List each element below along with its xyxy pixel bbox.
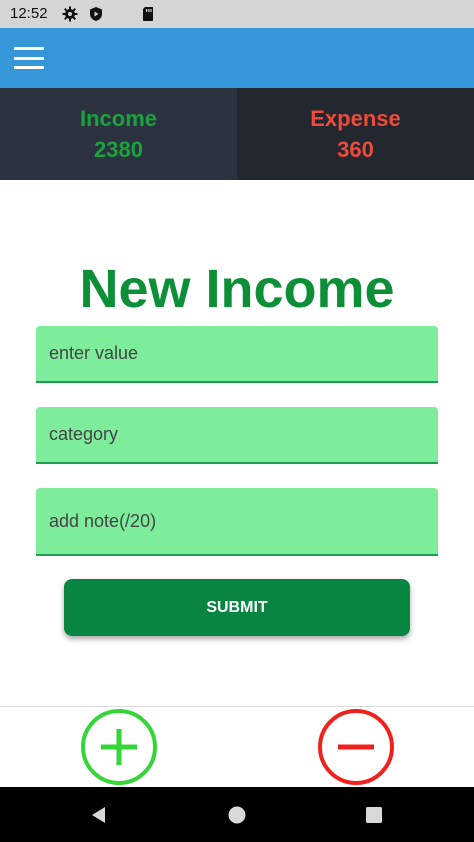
menu-line (14, 56, 44, 60)
recents-square-icon[interactable] (363, 804, 385, 826)
bottom-divider (0, 706, 474, 707)
add-income-button[interactable] (81, 709, 157, 785)
home-circle-icon[interactable] (226, 804, 248, 826)
page-title: New Income (79, 259, 395, 319)
category-field[interactable] (36, 407, 438, 464)
status-bar: 12:52 (0, 0, 474, 28)
system-nav-bar (0, 787, 474, 842)
category-input[interactable] (49, 424, 438, 445)
expense-label: Expense (310, 106, 401, 131)
income-label: Income (79, 106, 158, 131)
income-value: 2380 (94, 137, 143, 162)
value-field[interactable] (36, 326, 438, 383)
menu-line (14, 66, 44, 69)
play-protect-icon (88, 6, 104, 22)
expense-value: 360 (337, 137, 374, 162)
minus-circle-icon (338, 744, 374, 750)
income-summary: Income 2380 (0, 88, 237, 180)
sd-card-icon (140, 6, 156, 22)
menu-line (14, 47, 44, 50)
add-expense-button[interactable] (318, 709, 394, 785)
back-triangle-icon[interactable] (88, 804, 110, 826)
expense-summary: Expense 360 (237, 88, 474, 180)
note-field[interactable] (36, 488, 438, 556)
settings-icon (62, 6, 78, 22)
status-time: 12:52 (10, 5, 48, 22)
hamburger-menu-icon[interactable] (12, 42, 46, 74)
app-bar (0, 28, 474, 88)
value-input[interactable] (49, 343, 438, 364)
balance-summary: Income 2380 Expense 360 (0, 88, 474, 180)
submit-button[interactable]: SUBMIT (64, 579, 410, 636)
plus-circle-icon (101, 729, 137, 765)
note-input[interactable] (49, 510, 438, 532)
